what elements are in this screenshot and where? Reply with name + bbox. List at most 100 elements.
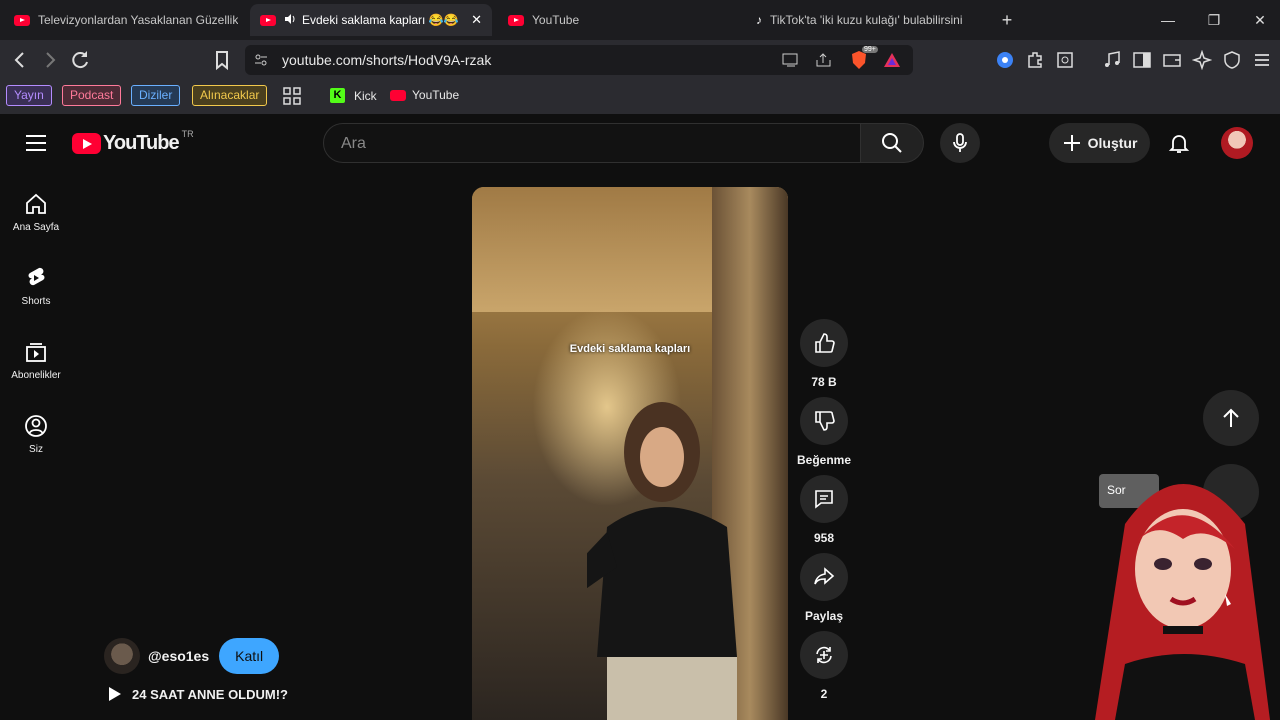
sidebar-item-subscriptions[interactable]: Abonelikler: [0, 340, 72, 381]
microphone-icon: [953, 133, 967, 152]
search-input[interactable]: Ara: [323, 123, 861, 163]
playlist-link[interactable]: 24 SAAT ANNE OLDUM!?: [106, 686, 288, 702]
brave-shield-icon[interactable]: [850, 50, 868, 70]
vpn-shield-icon[interactable]: [1222, 50, 1242, 70]
like-button[interactable]: 78 B: [797, 319, 851, 389]
bookmark-label: Kick: [354, 88, 377, 103]
streamer-avatar-overlay: [1095, 484, 1270, 720]
menu-icon[interactable]: [1252, 50, 1272, 70]
youtube-bookmark[interactable]: YouTube: [390, 88, 459, 102]
screenshot-icon[interactable]: [1055, 50, 1075, 70]
bookmark-folder-podcast[interactable]: Podcast: [62, 85, 122, 106]
you-icon: [25, 415, 47, 437]
sidebar-toggle-icon[interactable]: [1132, 50, 1152, 70]
share-page-icon[interactable]: [815, 52, 833, 68]
kick-logo-icon: K: [330, 88, 345, 103]
channel-avatar[interactable]: [104, 638, 140, 674]
play-icon: [109, 687, 121, 701]
sidebar-item-label: Ana Sayfa: [12, 222, 60, 233]
bookmark-folder-alinacaklar[interactable]: Alınacaklar: [192, 85, 268, 106]
site-settings-icon[interactable]: [254, 53, 268, 67]
search-button[interactable]: [860, 123, 924, 163]
shorts-icon: [28, 267, 45, 286]
rewards-icon[interactable]: [883, 52, 901, 68]
user-avatar[interactable]: [1221, 127, 1253, 159]
new-tab-button[interactable]: +: [995, 8, 1019, 32]
plus-icon: [1063, 135, 1080, 151]
bookmark-label: YouTube: [412, 88, 460, 102]
youtube-page: YouTube TR Ara Oluştur Ana Sayfa Shorts …: [0, 114, 1280, 720]
apps-grid-icon[interactable]: [283, 87, 301, 105]
search-icon: [882, 133, 902, 153]
shield-count-badge: 99+: [862, 46, 878, 53]
previous-short-button[interactable]: [1203, 390, 1259, 446]
dislike-button[interactable]: Beğenme: [797, 397, 851, 467]
home-icon: [26, 193, 46, 214]
browser-tab-active[interactable]: Evdeki saklama kapları 😂😂 ✕: [250, 4, 492, 36]
extensions-puzzle-icon[interactable]: [1025, 50, 1045, 70]
close-tab-icon[interactable]: ✕: [471, 12, 482, 28]
hamburger-menu-icon[interactable]: [24, 133, 48, 153]
kick-bookmark[interactable]: K Kick: [330, 88, 377, 103]
arrow-up-icon: [1223, 408, 1239, 427]
share-label: Paylaş: [804, 609, 844, 623]
browser-tab-bar: Televizyonlardan Yasaklanan Güzellik Evd…: [0, 0, 1280, 40]
sidebar-item-label: Abonelikler: [11, 370, 61, 381]
back-icon[interactable]: [8, 48, 32, 72]
ai-assistant-icon[interactable]: [1192, 50, 1212, 70]
youtube-favicon-icon: [260, 14, 276, 26]
remix-icon: [816, 646, 832, 664]
browser-tab[interactable]: Televizyonlardan Yasaklanan Güzellik: [4, 4, 244, 36]
comments-button[interactable]: 958: [797, 475, 851, 545]
dislike-label: Beğenme: [797, 453, 852, 467]
tiktok-favicon-icon: ♪: [756, 13, 762, 27]
comment-icon: [815, 490, 833, 509]
notifications-bell-icon[interactable]: [1168, 132, 1190, 154]
sidebar-item-shorts[interactable]: Shorts: [0, 266, 72, 307]
reload-icon[interactable]: [68, 48, 92, 72]
browser-tab[interactable]: ♪ TikTok'ta 'iki kuzu kulağı' bulabilirs…: [746, 4, 984, 36]
channel-name[interactable]: @eso1es: [148, 648, 209, 664]
url-text: youtube.com/shorts/HodV9A-rzak: [282, 52, 492, 68]
youtube-favicon-icon: [508, 14, 524, 26]
like-count: 78 B: [811, 375, 837, 389]
bookmark-folder-yayin[interactable]: Yayın: [6, 85, 52, 106]
shorts-video-player[interactable]: Evdeki saklama kapları: [472, 187, 788, 720]
restore-button[interactable]: ❐: [1202, 8, 1226, 32]
bookmark-icon[interactable]: [210, 48, 234, 72]
sidebar-item-you[interactable]: Siz: [0, 414, 72, 455]
remix-count: 2: [820, 687, 828, 701]
youtube-logo[interactable]: YouTube TR: [72, 129, 194, 155]
like-icon: [815, 333, 835, 353]
cast-icon[interactable]: [782, 52, 800, 68]
close-window-button[interactable]: ✕: [1248, 8, 1272, 32]
minimize-button[interactable]: —: [1156, 8, 1180, 32]
tab-title: Televizyonlardan Yasaklanan Güzellik: [38, 13, 239, 27]
youtube-favicon-icon: [14, 14, 30, 26]
music-icon[interactable]: [1102, 50, 1122, 70]
create-button[interactable]: Oluştur: [1049, 123, 1150, 163]
extension-icon[interactable]: [995, 50, 1015, 70]
tab-title: TikTok'ta 'iki kuzu kulağı' bulabilirsin…: [770, 13, 963, 27]
join-button[interactable]: Katıl: [219, 638, 280, 674]
video-caption-overlay: Evdeki saklama kapları: [569, 343, 691, 355]
address-bar[interactable]: youtube.com/shorts/HodV9A-rzak 99+: [245, 45, 913, 75]
subscriptions-icon: [26, 343, 46, 362]
create-label: Oluştur: [1087, 135, 1138, 151]
search-placeholder: Ara: [341, 135, 366, 152]
sidebar-item-label: Shorts: [21, 296, 51, 307]
youtube-favicon-icon: [390, 89, 406, 101]
sidebar-item-home[interactable]: Ana Sayfa: [0, 192, 72, 233]
remix-button[interactable]: 2: [797, 631, 851, 701]
browser-tab[interactable]: YouTube: [498, 4, 738, 36]
tab-title: Evdeki saklama kapları 😂😂: [302, 13, 459, 27]
bookmark-folder-diziler[interactable]: Diziler: [131, 85, 181, 106]
browser-toolbar: youtube.com/shorts/HodV9A-rzak 99+: [0, 40, 1280, 80]
wallet-icon[interactable]: [1162, 50, 1182, 70]
forward-icon[interactable]: [38, 48, 62, 72]
voice-search-button[interactable]: [940, 123, 980, 163]
tab-title: YouTube: [532, 13, 580, 27]
share-button[interactable]: Paylaş: [797, 553, 851, 623]
dislike-icon: [815, 411, 835, 431]
logo-text: YouTube: [103, 132, 180, 154]
